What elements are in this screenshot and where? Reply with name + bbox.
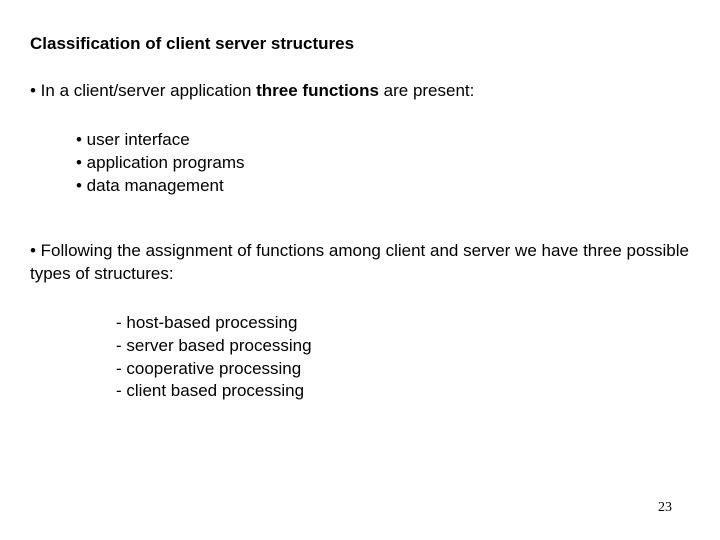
list-item: - cooperative processing <box>116 358 690 381</box>
bullet-1-post: are present: <box>379 81 474 100</box>
bullet-1-pre: • In a client/server application <box>30 81 256 100</box>
list-item: - client based processing <box>116 380 690 403</box>
list-item: - host-based processing <box>116 312 690 335</box>
bullet-1: • In a client/server application three f… <box>30 80 690 103</box>
structure-list: - host-based processing - server based p… <box>116 312 690 404</box>
function-list: • user interface • application programs … <box>76 129 690 198</box>
slide-title: Classification of client server structur… <box>30 34 690 54</box>
slide: Classification of client server structur… <box>0 0 720 540</box>
list-item: • application programs <box>76 152 690 175</box>
bullet-2: • Following the assignment of functions … <box>30 240 690 286</box>
list-item: • user interface <box>76 129 690 152</box>
bullet-1-bold: three functions <box>256 81 379 100</box>
page-number: 23 <box>658 500 672 516</box>
list-item: - server based processing <box>116 335 690 358</box>
list-item: • data management <box>76 175 690 198</box>
